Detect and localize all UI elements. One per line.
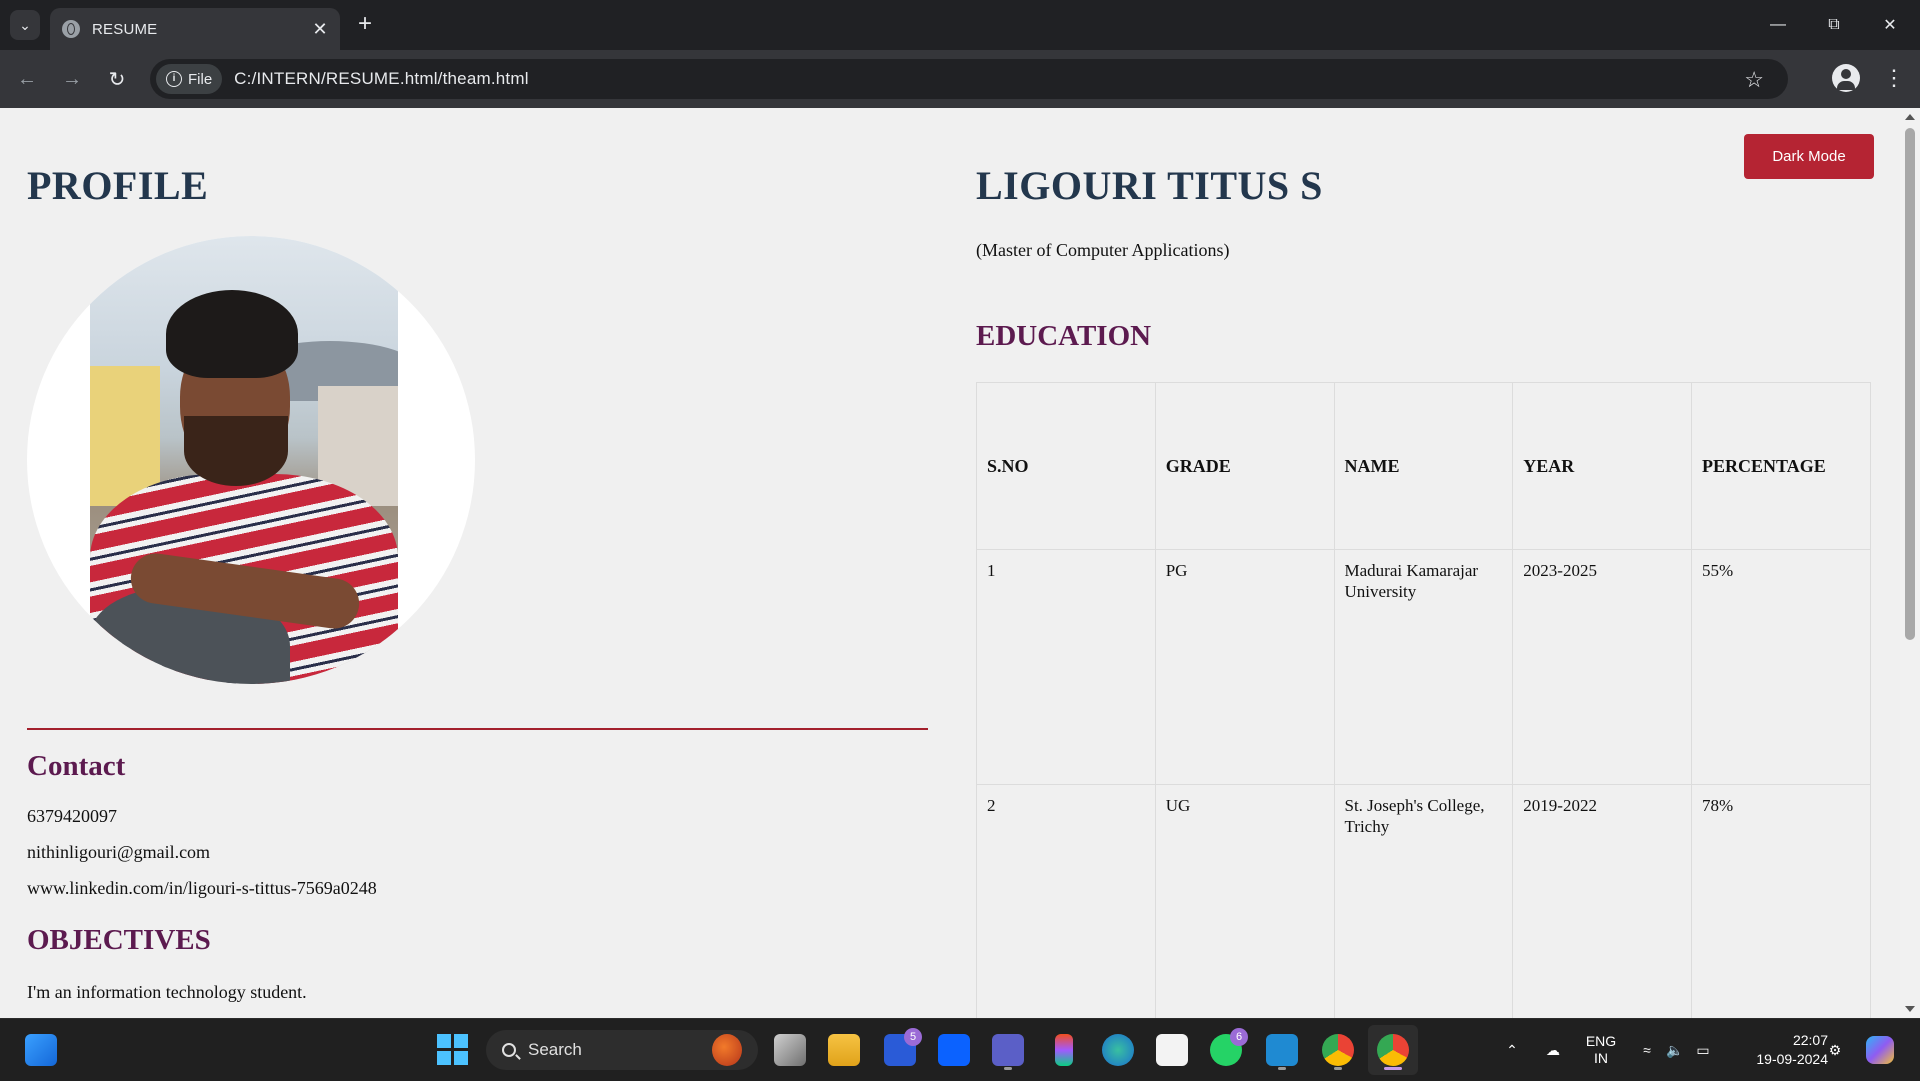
- browser-toolbar: ← → ↻ i File C:/INTERN/RESUME.html/theam…: [0, 50, 1920, 108]
- back-button[interactable]: ←: [12, 64, 42, 94]
- contact-heading: Contact: [27, 750, 126, 782]
- section-divider: [27, 728, 928, 730]
- table-row: 2 UG St. Joseph's College, Trichy 2019-2…: [976, 784, 1871, 1018]
- file-explorer-icon[interactable]: [828, 1034, 860, 1066]
- site-info-label: File: [188, 70, 213, 88]
- figma-icon[interactable]: [1055, 1034, 1073, 1066]
- onedrive-icon[interactable]: ☁: [1538, 1019, 1568, 1081]
- resume-page: PROFILE Contact 6379420097 nithinligouri…: [0, 108, 1900, 1018]
- table-cell: 2019-2022: [1512, 784, 1693, 1018]
- search-label: Search: [528, 1040, 582, 1059]
- globe-icon: [62, 20, 80, 38]
- contact-email: nithinligouri@gmail.com: [27, 842, 211, 862]
- name-heading: LIGOURI TITUS S: [976, 163, 1323, 208]
- table-cell: St. Joseph's College, Trichy: [1333, 784, 1514, 1018]
- volume-icon[interactable]: 🔈: [1664, 1019, 1686, 1081]
- degree-text: (Master of Computer Applications): [976, 240, 1230, 260]
- notification-badge: 5: [904, 1028, 922, 1046]
- browser-tab-bar: ⌄ RESUME ✕ + — ⧉ ✕: [0, 0, 1920, 50]
- whatsapp-icon[interactable]: 6: [1210, 1028, 1248, 1066]
- minimize-button[interactable]: —: [1750, 0, 1806, 50]
- profile-heading: PROFILE: [27, 163, 209, 208]
- vscode-icon[interactable]: [1266, 1034, 1298, 1066]
- arrow-right-icon: →: [62, 67, 82, 90]
- scrollbar-thumb[interactable]: [1905, 128, 1915, 640]
- edge-icon[interactable]: [1102, 1034, 1134, 1066]
- table-cell: 2023-2025: [1512, 549, 1693, 785]
- task-view-icon[interactable]: [774, 1034, 806, 1066]
- clock-date: 19-09-2024: [1756, 1051, 1828, 1067]
- language-code: ENG: [1585, 1033, 1617, 1049]
- menu-dots-icon[interactable]: ⋮: [1880, 64, 1908, 94]
- region-code: IN: [1594, 1050, 1608, 1066]
- table-header-row: S.NO GRADE NAME YEAR PERCENTAGE: [976, 382, 1871, 550]
- widgets-icon[interactable]: [25, 1034, 57, 1066]
- education-table: S.NO GRADE NAME YEAR PERCENTAGE 1 PG Mad…: [976, 382, 1871, 1018]
- new-tab-button[interactable]: +: [352, 12, 378, 38]
- chrome-icon[interactable]: [1322, 1034, 1354, 1066]
- wifi-icon[interactable]: ≈: [1636, 1019, 1658, 1081]
- table-cell: 55%: [1691, 549, 1871, 785]
- windows-start-icon[interactable]: [437, 1034, 469, 1066]
- reload-icon: ↻: [108, 68, 126, 91]
- language-indicator[interactable]: ENG IN: [1576, 1019, 1626, 1081]
- column-header: PERCENTAGE: [1691, 382, 1871, 550]
- objective-text: I'm an information technology student.: [27, 982, 307, 1002]
- profile-icon[interactable]: [1832, 64, 1860, 92]
- teams-icon[interactable]: [992, 1034, 1024, 1066]
- table-cell: 1: [976, 549, 1156, 785]
- column-header: S.NO: [976, 382, 1156, 550]
- table-cell: 2: [976, 784, 1156, 1018]
- column-header: YEAR: [1512, 382, 1693, 550]
- close-window-button[interactable]: ✕: [1862, 0, 1918, 50]
- close-tab-icon[interactable]: ✕: [306, 19, 334, 40]
- table-cell: PG: [1154, 549, 1335, 785]
- tab-title: RESUME: [92, 20, 158, 38]
- forward-button[interactable]: →: [57, 64, 87, 94]
- column-header: GRADE: [1154, 382, 1335, 550]
- objectives-heading: OBJECTIVES: [27, 924, 211, 956]
- table-cell: UG: [1154, 784, 1335, 1018]
- notifications-icon[interactable]: ⚙: [1820, 1019, 1850, 1081]
- windows-taskbar: Search 5 6 ⌃ ☁ ENG IN ≈ 🔈 ▭ 22:07 19-09-…: [0, 1018, 1920, 1081]
- restore-button[interactable]: ⧉: [1806, 0, 1862, 50]
- dropbox-icon[interactable]: [938, 1034, 970, 1066]
- scroll-up-icon[interactable]: [1905, 114, 1915, 120]
- contact-phone: 6379420097: [27, 806, 117, 826]
- browser-tab[interactable]: RESUME ✕: [50, 8, 340, 50]
- l-app-icon[interactable]: 5: [884, 1028, 922, 1066]
- search-highlight-icon: [712, 1034, 742, 1066]
- chevron-up-icon[interactable]: ⌃: [1500, 1019, 1524, 1081]
- notification-badge: 6: [1230, 1028, 1248, 1046]
- table-row: 1 PG Madurai Kamarajar University 2023-2…: [976, 549, 1871, 785]
- table-cell: 78%: [1691, 784, 1871, 1018]
- avatar: [27, 236, 475, 684]
- bookmark-star-icon[interactable]: ☆: [1744, 67, 1764, 93]
- tab-search-button[interactable]: ⌄: [10, 10, 40, 40]
- reload-button[interactable]: ↻: [102, 64, 132, 94]
- education-heading: EDUCATION: [976, 320, 1152, 352]
- info-icon: i: [166, 71, 182, 87]
- search-icon: [502, 1043, 516, 1057]
- site-info-chip[interactable]: i File: [156, 64, 223, 94]
- chevron-down-icon: ⌄: [19, 16, 31, 33]
- battery-icon[interactable]: ▭: [1692, 1019, 1714, 1081]
- url-text[interactable]: C:/INTERN/RESUME.html/theam.html: [234, 69, 529, 89]
- scroll-down-icon[interactable]: [1905, 1006, 1915, 1012]
- table-cell: Madurai Kamarajar University: [1333, 549, 1514, 785]
- clock[interactable]: 22:07 19-09-2024: [1722, 1019, 1828, 1081]
- arrow-left-icon: ←: [17, 67, 37, 90]
- dark-mode-button[interactable]: Dark Mode: [1744, 134, 1874, 179]
- chrome-icon: [1377, 1034, 1409, 1066]
- contact-linkedin: www.linkedin.com/in/ligouri-s-tittus-756…: [27, 878, 377, 898]
- address-bar[interactable]: i File C:/INTERN/RESUME.html/theam.html …: [150, 59, 1788, 99]
- column-header: NAME: [1333, 382, 1514, 550]
- profile-photo: [90, 236, 398, 684]
- taskbar-search[interactable]: Search: [486, 1030, 758, 1070]
- copilot-icon[interactable]: [1862, 1019, 1898, 1081]
- microsoft-store-icon[interactable]: [1156, 1034, 1188, 1066]
- page-scrollbar[interactable]: [1900, 108, 1920, 1018]
